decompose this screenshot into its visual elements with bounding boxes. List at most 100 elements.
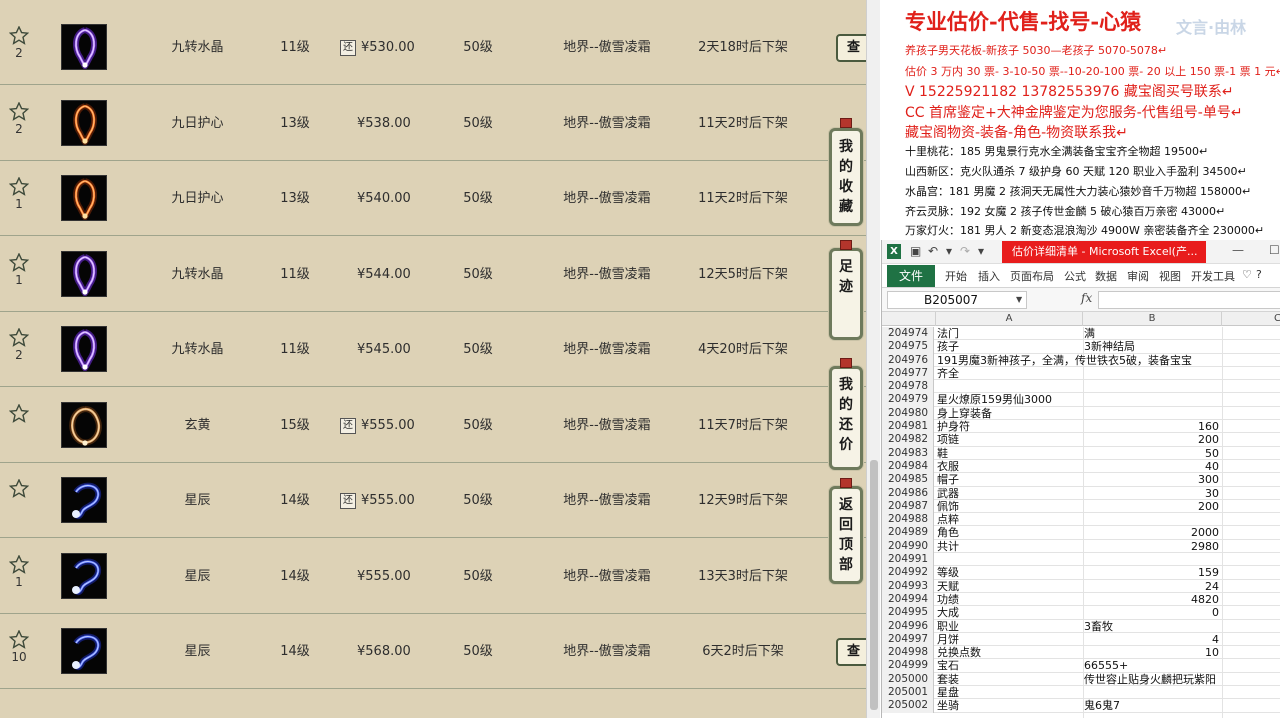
cell-a[interactable]: 功绩 <box>937 593 1083 606</box>
sheet-row[interactable]: 204993 天赋 24 <box>882 579 1280 593</box>
cell-b[interactable]: 40 <box>1084 460 1221 473</box>
ribbon-tab[interactable]: 公式 <box>1064 268 1086 284</box>
sheet-row[interactable]: 204996 职业 3畜牧 <box>882 619 1280 633</box>
row-number[interactable]: 204978 <box>882 380 934 394</box>
item-thumbnail[interactable] <box>61 326 107 372</box>
item-thumbnail[interactable] <box>61 251 107 297</box>
cell-b[interactable]: 66555+ <box>1084 659 1221 672</box>
cell-b[interactable]: 3新神结局 <box>1084 340 1221 353</box>
item-thumbnail[interactable] <box>61 553 107 599</box>
insert-function-icon[interactable]: fx <box>1081 291 1092 305</box>
cell-a[interactable]: 点粹 <box>937 513 1083 526</box>
cell-a[interactable]: 武器 <box>937 487 1083 500</box>
row-number[interactable]: 204999 <box>882 659 934 673</box>
view-button[interactable]: 查 <box>836 638 866 666</box>
cell-a[interactable]: 项链 <box>937 433 1083 446</box>
ribbon-tab[interactable]: 开始 <box>945 268 967 284</box>
row-number[interactable]: 204981 <box>882 420 934 434</box>
row-number[interactable]: 204985 <box>882 473 934 487</box>
row-number[interactable]: 205001 <box>882 686 934 700</box>
item-thumbnail[interactable] <box>61 628 107 674</box>
item-name[interactable]: 星辰 <box>150 463 245 538</box>
listing-row[interactable]: 2 九日护心 13级 ¥538.00 50级 地界--傲雪凌霜 11天2时后下架 <box>0 86 866 161</box>
cell-b[interactable]: 满 <box>1084 327 1221 340</box>
sheet-row[interactable]: 204984 衣服 40 <box>882 459 1280 474</box>
sheet-row[interactable]: 204977 齐全 <box>882 366 1280 381</box>
bargain-badge[interactable]: 还 <box>340 39 356 56</box>
cell-a[interactable]: 佩饰 <box>937 500 1083 513</box>
row-number[interactable]: 205002 <box>882 699 934 713</box>
item-thumbnail[interactable] <box>61 24 107 70</box>
item-name[interactable]: 九转水晶 <box>150 237 245 312</box>
row-number[interactable]: 204975 <box>882 340 934 354</box>
sheet-row[interactable]: 204991 <box>882 553 1280 567</box>
listing-row[interactable]: 玄黄 15级 还 ¥555.00 50级 地界--傲雪凌霜 11天7时后下架 <box>0 388 866 463</box>
cell-a[interactable]: 星火燎原159男仙3000 <box>937 393 1083 406</box>
cell-b[interactable]: 30 <box>1084 487 1221 500</box>
cell-b[interactable]: 50 <box>1084 447 1221 460</box>
favorite-toggle[interactable] <box>9 404 29 424</box>
row-number[interactable]: 204998 <box>882 646 934 660</box>
sheet-row[interactable]: 205001 星盘 <box>882 686 1280 700</box>
sheet-row[interactable]: 204989 角色 2000 <box>882 526 1280 540</box>
favorite-toggle[interactable]: 10 <box>9 630 29 664</box>
favorite-toggle[interactable] <box>9 479 29 499</box>
cell-a[interactable]: 鞋 <box>937 447 1083 460</box>
item-name[interactable]: 星辰 <box>150 614 245 689</box>
cell-b[interactable]: 3畜牧 <box>1084 620 1221 633</box>
page-scrollbar[interactable] <box>866 0 880 718</box>
row-number[interactable]: 204991 <box>882 553 934 567</box>
sheet-row[interactable]: 204983 鞋 50 <box>882 446 1280 460</box>
row-number[interactable]: 204997 <box>882 632 934 647</box>
row-number[interactable]: 204986 <box>882 486 934 500</box>
row-number[interactable]: 204976 <box>882 353 934 367</box>
maximize-icon[interactable]: ☐ <box>1269 243 1280 257</box>
quick-access-menu-icon[interactable]: ▾ <box>978 244 984 258</box>
item-name[interactable]: 九转水晶 <box>150 312 245 387</box>
listing-row[interactable]: 1 九日护心 13级 ¥540.00 50级 地界--傲雪凌霜 11天2时后下架 <box>0 161 866 236</box>
sheet-row[interactable]: 204997 月饼 4 <box>882 632 1280 647</box>
column-header-a[interactable]: A <box>936 312 1083 326</box>
save-icon[interactable]: ▣ <box>910 244 921 258</box>
item-name[interactable]: 九转水晶 <box>150 10 245 85</box>
cell-a[interactable]: 兑换点数 <box>937 646 1083 659</box>
sheet-row[interactable]: 204998 兑换点数 10 <box>882 646 1280 660</box>
sheet-row[interactable]: 204974 法门满 <box>882 327 1280 341</box>
ribbon-tab[interactable]: 页面布局 <box>1010 268 1054 284</box>
cell-a[interactable]: 天赋 <box>937 580 1083 593</box>
cell-a[interactable]: 齐全 <box>937 367 1083 380</box>
sheet-row[interactable]: 204975 孩子 3新神结局 <box>882 340 1280 354</box>
row-number[interactable]: 204977 <box>882 366 934 381</box>
row-number[interactable]: 204996 <box>882 619 934 633</box>
ribbon-tab[interactable]: 审阅 <box>1127 268 1149 284</box>
row-number[interactable]: 204989 <box>882 526 934 540</box>
cell-b[interactable]: 传世容止贴身火麟把玩紫阳 <box>1084 673 1221 686</box>
column-header-b[interactable]: B <box>1083 312 1222 326</box>
listing-row[interactable]: 2 九转水晶 11级 ¥545.00 50级 地界--傲雪凌霜 4天20时后下架 <box>0 312 866 387</box>
cell-a[interactable]: 套装 <box>937 673 1083 686</box>
item-name[interactable]: 九日护心 <box>150 161 245 236</box>
row-number[interactable]: 204992 <box>882 566 934 580</box>
minimize-icon[interactable]: — <box>1232 243 1244 257</box>
sheet-row[interactable]: 204980 身上穿装备 <box>882 406 1280 421</box>
cell-a[interactable]: 191男魔3新神孩子，全满，传世铁衣5破，装备宝宝 <box>937 354 1192 367</box>
side-button-1[interactable]: 足迹 <box>829 248 863 340</box>
row-number[interactable]: 204983 <box>882 446 934 460</box>
sheet-row[interactable]: 204990 共计 2980 <box>882 539 1280 554</box>
cell-a[interactable]: 职业 <box>937 620 1083 633</box>
favorite-toggle[interactable]: 2 <box>9 102 29 136</box>
star-outline-icon[interactable] <box>9 328 29 347</box>
cell-a[interactable]: 星盘 <box>937 686 1083 699</box>
item-thumbnail[interactable] <box>61 402 107 448</box>
cell-a[interactable]: 帽子 <box>937 473 1083 486</box>
row-number[interactable]: 204988 <box>882 513 934 527</box>
cell-a[interactable]: 孩子 <box>937 340 1083 353</box>
listing-row[interactable]: 星辰 14级 还 ¥555.00 50级 地界--傲雪凌霜 12天9时后下架 <box>0 463 866 538</box>
sheet-row[interactable]: 204987 佩饰 200 <box>882 499 1280 514</box>
row-number[interactable]: 204990 <box>882 539 934 554</box>
cell-a[interactable]: 坐骑 <box>937 699 1083 712</box>
item-name[interactable]: 玄黄 <box>150 388 245 463</box>
cell-b[interactable]: 10 <box>1084 646 1221 659</box>
row-number[interactable]: 204987 <box>882 499 934 514</box>
cell-a[interactable]: 宝石 <box>937 659 1083 672</box>
